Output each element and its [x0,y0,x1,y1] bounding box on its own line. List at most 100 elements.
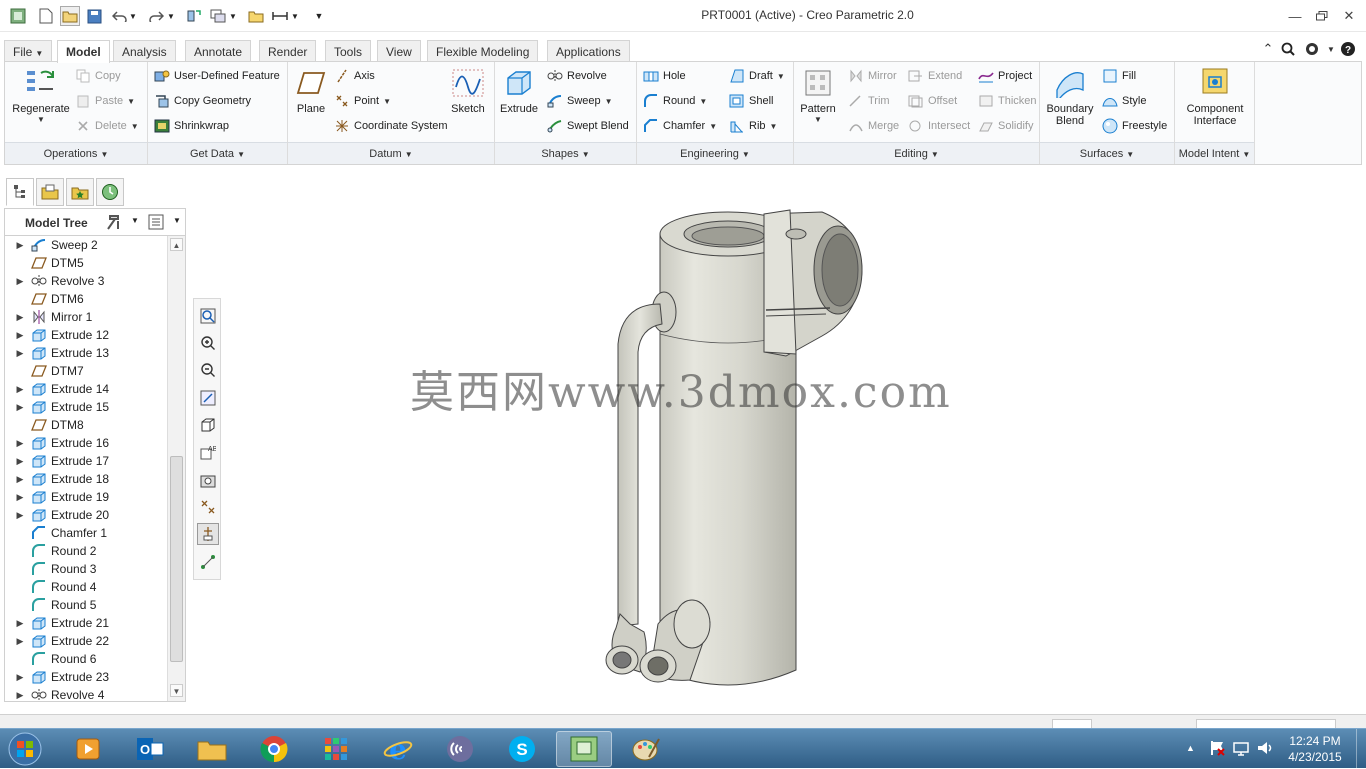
tree-item[interactable]: Round 3 [5,560,167,578]
tree-item[interactable]: DTM7 [5,362,167,380]
taskbar-chrome[interactable] [246,731,302,767]
taskbar-creo-parametric[interactable] [556,731,612,767]
group-shapes-label[interactable]: Shapes ▼ [495,142,636,164]
expand-arrow-icon[interactable]: ▶ [13,474,27,485]
tree-item[interactable]: ▶ Extrude 18 [5,470,167,488]
community-icon[interactable] [1303,40,1321,58]
view-manager-icon[interactable] [197,469,219,491]
chamfer-button[interactable]: Chamfer ▼ [643,116,717,136]
annotation-display-icon[interactable] [197,551,219,573]
delete-button[interactable]: Delete ▼ [75,116,139,136]
history-tab[interactable] [96,178,124,206]
tab-analysis[interactable]: Analysis [113,40,176,62]
trim-button[interactable]: Trim [848,91,890,111]
shell-button[interactable]: Shell [729,91,773,111]
expand-arrow-icon[interactable]: ▶ [13,492,27,503]
tree-item[interactable]: ▶ Extrude 16 [5,434,167,452]
offset-button[interactable]: Offset [908,91,957,111]
revolve-button[interactable]: Revolve [547,66,607,86]
tree-item[interactable]: ▶ Extrude 19 [5,488,167,506]
tree-item[interactable]: ▶ Extrude 13 [5,344,167,362]
model-tree-tab[interactable] [6,178,34,206]
minimize-icon[interactable]: — [1282,6,1308,26]
tree-item[interactable]: ▶ Sweep 2 [5,236,167,254]
tree-item[interactable]: DTM5 [5,254,167,272]
expand-arrow-icon[interactable]: ▶ [13,402,27,413]
minimize-ribbon-icon[interactable]: ⌃ [1259,40,1277,58]
expand-arrow-icon[interactable]: ▶ [13,276,27,287]
tab-render[interactable]: Render [259,40,317,62]
shrinkwrap-button[interactable]: Shrinkwrap [154,116,229,136]
group-operations-label[interactable]: Operations ▼ [5,142,147,164]
zoom-out-icon[interactable] [197,359,219,381]
sweep-button[interactable]: Sweep ▼ [547,91,613,111]
paste-button[interactable]: Paste ▼ [75,91,135,111]
tree-item[interactable]: ▶ Revolve 3 [5,272,167,290]
group-editing-label[interactable]: Editing ▼ [794,142,1039,164]
tree-item[interactable]: Chamfer 1 [5,524,167,542]
display-style-icon[interactable] [197,414,219,436]
show-options-dropdown-icon[interactable]: ▼ [173,216,181,225]
tree-settings-dropdown-icon[interactable]: ▼ [131,216,139,225]
fill-button[interactable]: Fill [1102,66,1136,86]
tree-item[interactable]: ▶ Extrude 17 [5,452,167,470]
tree-item[interactable]: ▶ Extrude 15 [5,398,167,416]
boundary-blend-button[interactable]: Boundary Blend [1044,66,1096,127]
show-options-icon[interactable] [147,213,165,234]
expand-arrow-icon[interactable]: ▶ [13,510,27,521]
network-icon[interactable] [1232,739,1250,760]
group-surfaces-label[interactable]: Surfaces ▼ [1040,142,1174,164]
tree-item[interactable]: Round 6 [5,650,167,668]
component-interface-button[interactable]: Component Interface [1179,66,1251,127]
merge-button[interactable]: Merge [848,116,899,136]
taskbar-explorer[interactable] [184,731,240,767]
plane-button[interactable]: Plane [292,66,330,115]
tree-item[interactable]: Round 4 [5,578,167,596]
show-desktop-button[interactable] [1356,729,1366,769]
rib-button[interactable]: Rib ▼ [729,116,777,136]
restore-icon[interactable] [1309,6,1335,26]
tab-annotate[interactable]: Annotate [185,40,252,62]
thicken-button[interactable]: Thicken [978,91,1037,111]
copy-geometry-button[interactable]: Copy Geometry [154,91,251,111]
freestyle-button[interactable]: Freestyle [1102,116,1167,136]
action-center-icon[interactable] [1208,739,1226,760]
taskbar-internet-explorer[interactable]: e [370,731,426,767]
tree-item[interactable]: Round 5 [5,596,167,614]
group-engineering-label[interactable]: Engineering ▼ [637,142,793,164]
expand-arrow-icon[interactable]: ▶ [13,384,27,395]
intersect-button[interactable]: Intersect [908,116,970,136]
sketch-button[interactable]: Sketch [448,66,488,115]
point-button[interactable]: Point ▼ [334,91,391,111]
expand-arrow-icon[interactable]: ▶ [13,672,27,683]
taskbar-media-player[interactable] [60,731,116,767]
tab-view[interactable]: View [377,40,421,62]
tree-item[interactable]: ▶ Mirror 1 [5,308,167,326]
search-icon[interactable] [1279,40,1297,58]
project-button[interactable]: Project [978,66,1032,86]
tree-item[interactable]: ▶ Extrude 12 [5,326,167,344]
group-model-intent-label[interactable]: Model Intent ▼ [1175,142,1254,164]
taskbar-skype[interactable]: S [494,731,550,767]
expand-arrow-icon[interactable]: ▶ [13,348,27,359]
tree-item[interactable]: ▶ Extrude 22 [5,632,167,650]
close-icon[interactable]: ✕ [1336,6,1362,26]
solidify-button[interactable]: Solidify [978,116,1033,136]
taskbar-outlook[interactable]: O [122,731,178,767]
taskbar-paint[interactable] [618,731,674,767]
refit-icon[interactable] [197,305,219,327]
folder-browser-tab[interactable] [36,178,64,206]
repaint-icon[interactable] [197,387,219,409]
tab-file[interactable]: File ▼ [4,40,53,62]
scroll-up-icon[interactable]: ▲ [170,238,183,251]
coordinate-system-button[interactable]: Coordinate System [334,116,448,136]
tree-item[interactable]: ▶ Extrude 20 [5,506,167,524]
expand-arrow-icon[interactable]: ▶ [13,312,27,323]
hole-button[interactable]: Hole [643,66,686,86]
tab-model[interactable]: Model [57,40,110,63]
expand-arrow-icon[interactable]: ▶ [13,690,27,701]
style-button[interactable]: Style [1102,91,1146,111]
zoom-in-icon[interactable] [197,332,219,354]
tree-item[interactable]: DTM8 [5,416,167,434]
pattern-button[interactable]: Pattern ▼ [798,66,838,124]
